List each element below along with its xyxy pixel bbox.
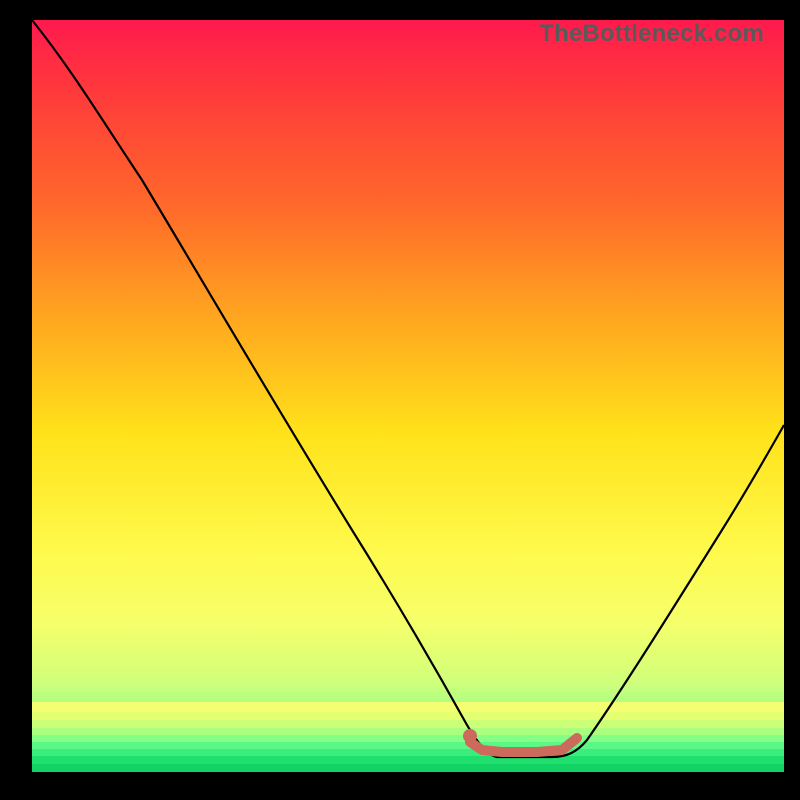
- bottleneck-curve: [32, 20, 784, 757]
- chart-container: TheBottleneck.com: [0, 0, 800, 800]
- highlight-segment: [470, 738, 577, 752]
- plot-area: TheBottleneck.com: [32, 20, 784, 772]
- curve-svg: [32, 20, 784, 772]
- highlight-point: [463, 729, 477, 743]
